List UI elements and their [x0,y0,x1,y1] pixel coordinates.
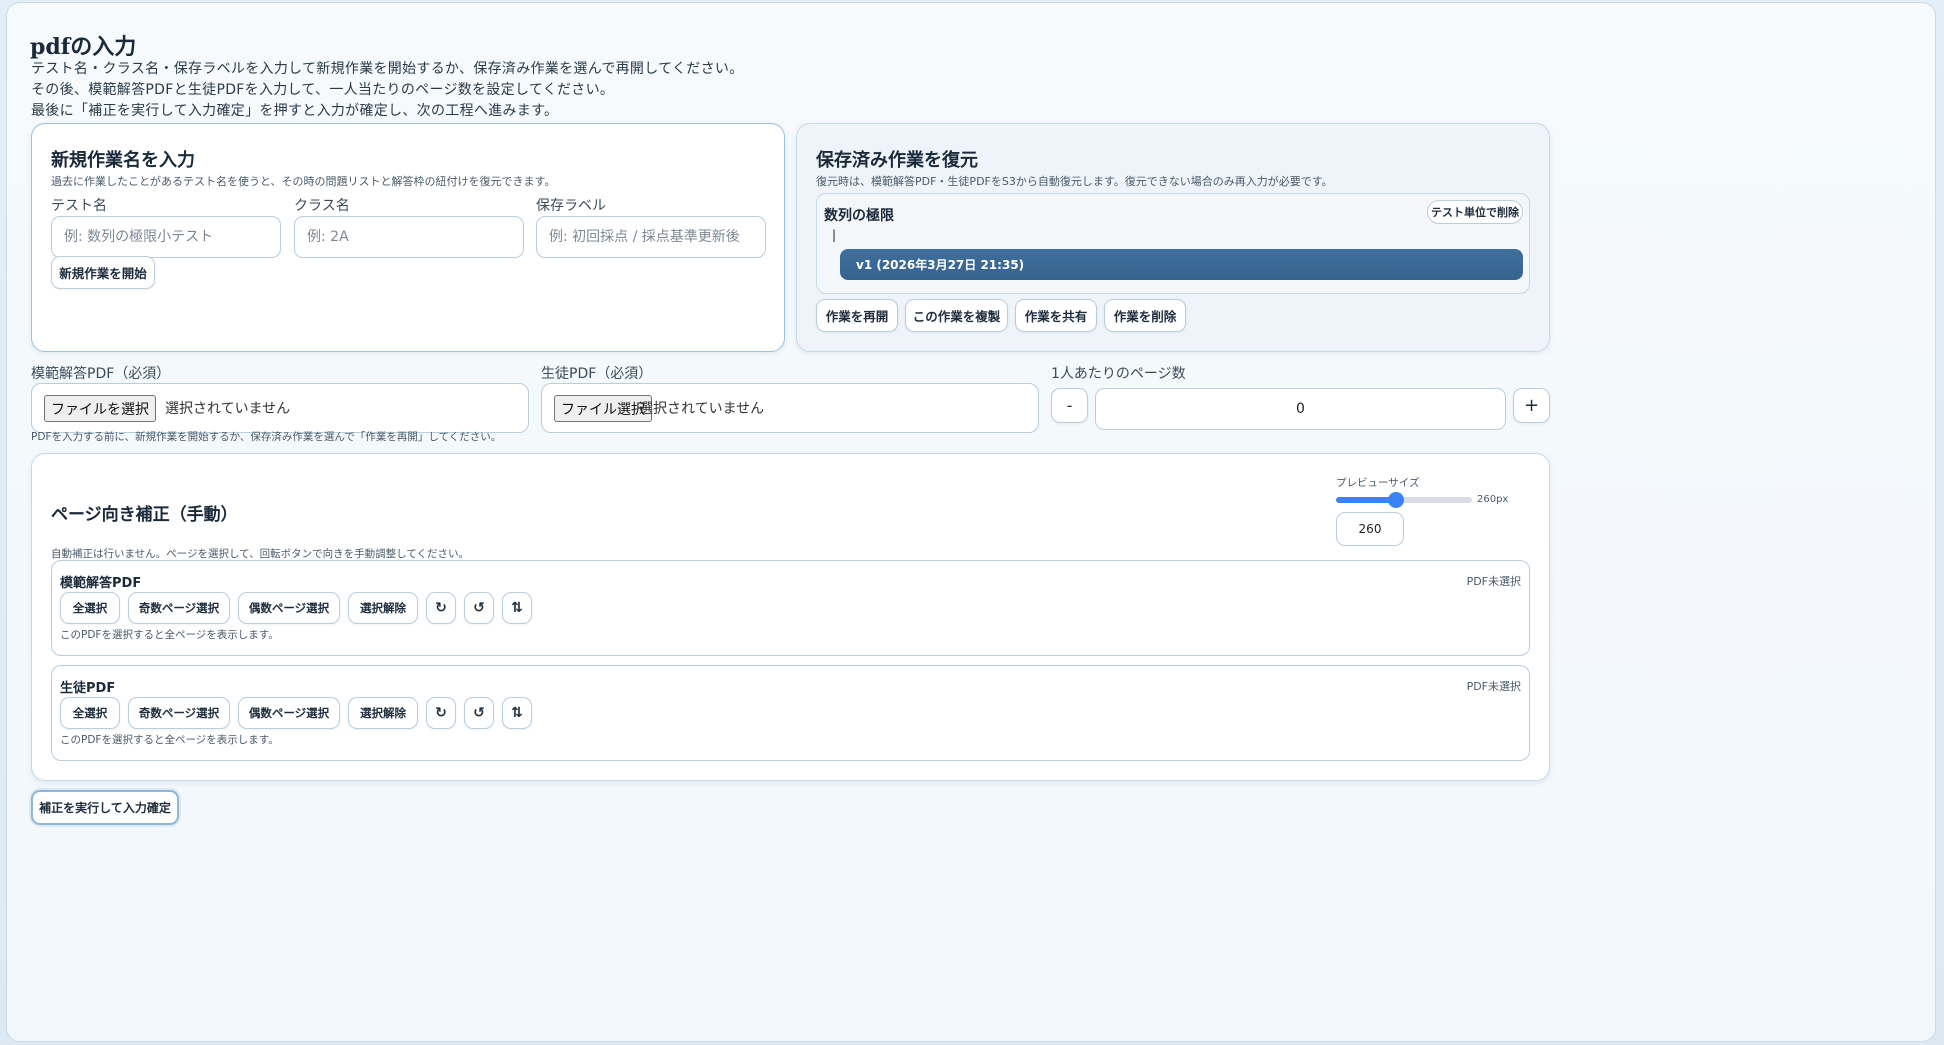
restore-title: 保存済み作業を復元 [816,150,978,171]
version-item[interactable]: v1 (2026年3月27日 21:35) [840,249,1523,280]
section-title: 模範解答PDF [60,576,142,591]
start-new-work-button[interactable]: 新規作業を開始 [51,256,155,289]
preview-size-label: プレビューサイズ [1336,477,1420,489]
new-work-card: 新規作業名を入力 過去に作業したことがあるテスト名を使うと、その時の問題リストと… [31,123,785,352]
preview-size-px: 260px [1477,494,1509,505]
section-status: PDF未選択 [1466,575,1521,588]
page-container: pdfの入力 テスト名・クラス名・保存ラベルを入力して新規作業を開始するか、保存… [6,2,1936,1042]
model-pdf-choose-button[interactable]: ファイルを選択 [44,395,156,422]
select-odd-pages-button[interactable]: 奇数ページ選択 [128,592,230,624]
cursor-mark: | [832,228,837,242]
duplicate-button[interactable]: この作業を複製 [905,299,1008,332]
intro-line-1: テスト名・クラス名・保存ラベルを入力して新規作業を開始するか、保存済み作業を選ん… [31,61,744,77]
model-pdf-input[interactable]: ファイルを選択 選択されていません [31,383,529,433]
class-name-label: クラス名 [294,198,350,214]
delete-work-button[interactable]: 作業を削除 [1104,299,1186,332]
confirm-input-button[interactable]: 補正を実行して入力確定 [31,790,179,825]
test-name-input[interactable] [51,216,281,258]
section-note: このPDFを選択すると全ページを表示します。 [60,734,279,746]
pages-decrement-button[interactable]: - [1051,388,1088,423]
flip-vertical-icon[interactable]: ⇅ [502,697,532,729]
preview-size-slider[interactable] [1336,492,1472,508]
student-pdf-status: 選択されていません [639,401,765,417]
rotate-clockwise-icon[interactable]: ↻ [426,697,456,729]
intro-line-3: 最後に「補正を実行して入力確定」を押すと入力が確定し、次の工程へ進みます。 [31,103,559,119]
student-pdf-input[interactable]: ファイル選択 選択されていません [541,383,1039,433]
pdf-input-hint: PDFを入力する前に、新規作業を開始するか、保存済み作業を選んで「作業を再開」し… [31,431,502,443]
save-label-input[interactable] [536,216,766,258]
student-pdf-orientation-section: 生徒PDF PDF未選択 全選択 奇数ページ選択 偶数ページ選択 選択解除 ↻ … [51,665,1530,761]
new-work-title: 新規作業名を入力 [51,150,195,171]
select-all-button[interactable]: 全選択 [60,592,120,624]
restore-note: 復元時は、模範解答PDF・生徒PDFをS3から自動復元します。復元できない場合の… [816,175,1333,188]
resume-button[interactable]: 作業を再開 [816,299,898,332]
save-label-label: 保存ラベル [536,198,606,214]
orientation-note: 自動補正は行いません。ページを選択して、回転ボタンで向きを手動調整してください。 [51,548,470,560]
preview-size-slider-thumb[interactable] [1387,492,1404,508]
rotate-clockwise-icon[interactable]: ↻ [426,592,456,624]
new-work-note: 過去に作業したことがあるテスト名を使うと、その時の問題リストと解答枠の紐付けを復… [51,175,556,188]
student-pdf-label: 生徒PDF（必須） [541,366,653,382]
section-title: 生徒PDF [60,681,116,696]
restore-card: 保存済み作業を復元 復元時は、模範解答PDF・生徒PDFをS3から自動復元します… [796,123,1550,352]
rotate-counterclockwise-icon[interactable]: ↺ [464,697,494,729]
test-name-label: テスト名 [51,198,107,214]
section-note: このPDFを選択すると全ページを表示します。 [60,629,279,641]
saved-test-name: 数列の極限 [824,208,894,224]
share-button[interactable]: 作業を共有 [1015,299,1097,332]
model-pdf-orientation-section: 模範解答PDF PDF未選択 全選択 奇数ページ選択 偶数ページ選択 選択解除 … [51,560,1530,656]
deselect-button[interactable]: 選択解除 [348,592,418,624]
rotate-counterclockwise-icon[interactable]: ↺ [464,592,494,624]
intro-line-2: その後、模範解答PDFと生徒PDFを入力して、一人当たりのページ数を設定してくだ… [31,82,615,98]
section-status: PDF未選択 [1466,680,1521,693]
page-title: pdfの入力 [30,34,137,60]
pages-per-student-label: 1人あたりのページ数 [1051,366,1186,382]
deselect-button[interactable]: 選択解除 [348,697,418,729]
orientation-title: ページ向き補正（手動） [51,505,238,525]
select-all-button[interactable]: 全選択 [60,697,120,729]
select-even-pages-button[interactable]: 偶数ページ選択 [238,697,340,729]
orientation-card: ページ向き補正（手動） 自動補正は行いません。ページを選択して、回転ボタンで向き… [31,453,1550,781]
student-pdf-choose-button[interactable]: ファイル選択 [554,395,652,422]
preview-size-input[interactable]: 260 [1336,512,1404,546]
model-pdf-status: 選択されていません [165,401,291,417]
delete-test-button[interactable]: テスト単位で削除 [1427,200,1523,224]
preview-size-slider-fill [1336,497,1396,503]
pages-per-student-input[interactable]: 0 [1095,388,1506,430]
pages-increment-button[interactable]: + [1513,388,1550,423]
select-even-pages-button[interactable]: 偶数ページ選択 [238,592,340,624]
class-name-input[interactable] [294,216,524,258]
saved-test-group: 数列の極限 テスト単位で削除 | v1 (2026年3月27日 21:35) [816,193,1530,294]
model-pdf-label: 模範解答PDF（必須） [31,366,171,382]
flip-vertical-icon[interactable]: ⇅ [502,592,532,624]
select-odd-pages-button[interactable]: 奇数ページ選択 [128,697,230,729]
